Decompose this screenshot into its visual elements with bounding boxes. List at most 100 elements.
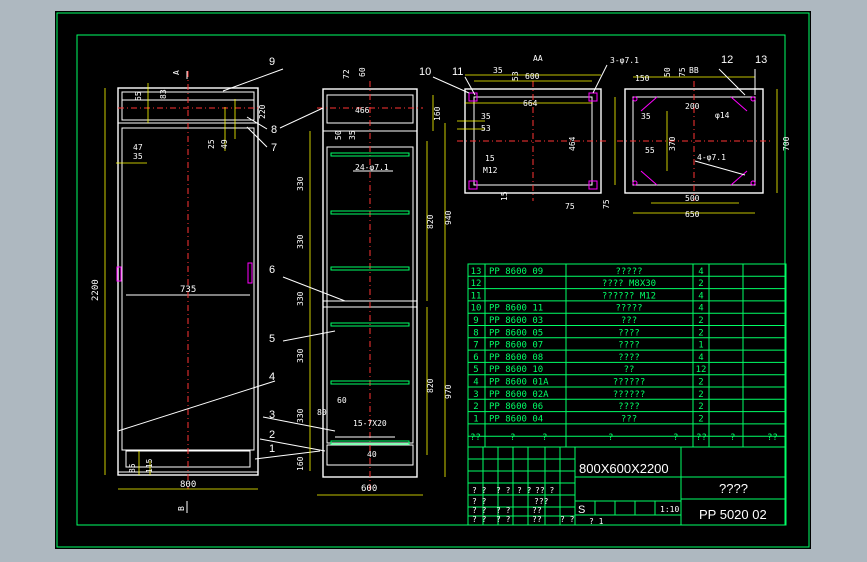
bom-cell-qty: 1 bbox=[698, 341, 703, 351]
title-misc-label: ? ? bbox=[472, 497, 487, 506]
bom-cell-code: PP 8600 03 bbox=[489, 316, 543, 326]
dim-200: 200 bbox=[685, 102, 700, 111]
corner-brace bbox=[640, 96, 658, 112]
bom-cell-no: 11 bbox=[471, 291, 482, 301]
dim-49: 49 bbox=[220, 139, 229, 149]
title-misc-label: ? ? bbox=[496, 515, 511, 524]
section-aa: AA bbox=[533, 54, 543, 63]
dim-85: 85 bbox=[128, 463, 137, 473]
bom-cell-code: PP 8600 10 bbox=[489, 365, 543, 375]
bom-cell-no: 1 bbox=[473, 414, 478, 424]
bom-cell-qty: 2 bbox=[698, 316, 703, 326]
dim-60: 60 bbox=[358, 67, 367, 77]
bom-cell-qty: 4 bbox=[698, 304, 703, 314]
title-block: 800X600X2200 ???? PP 5020 02 1:10 S ? 1 … bbox=[467, 446, 787, 526]
bom-cell-no: 5 bbox=[473, 365, 478, 375]
dim-35: 35 bbox=[493, 66, 503, 75]
bom-cell-no: 7 bbox=[473, 341, 478, 351]
bom-header-name-2: ? bbox=[673, 433, 678, 443]
dim-50: 50 bbox=[334, 130, 343, 140]
dim-14: φ14 bbox=[715, 111, 730, 120]
dim-970: 970 bbox=[444, 384, 453, 399]
bom-cell-name: ?????? bbox=[613, 390, 646, 400]
callout-7: 7 bbox=[271, 142, 277, 154]
callout-11: 11 bbox=[452, 66, 463, 78]
leader bbox=[694, 160, 746, 176]
leader bbox=[279, 107, 324, 129]
dim-75-b: 75 bbox=[602, 199, 611, 209]
dim-40: 40 bbox=[367, 450, 377, 459]
scale-text: 1:10 bbox=[660, 505, 679, 514]
title-misc-label: ? ? bbox=[472, 506, 487, 515]
dim-53-b: 53 bbox=[481, 124, 491, 133]
bom-header-mat: ? bbox=[730, 433, 735, 443]
dim-330-d: 330 bbox=[296, 348, 305, 363]
dim-15-b: 15 bbox=[500, 191, 509, 201]
title-misc-label: ?? bbox=[532, 515, 542, 524]
bom-cell-code: PP 8600 05 bbox=[489, 328, 543, 338]
bom-cell-qty: 12 bbox=[696, 365, 707, 375]
leader bbox=[117, 380, 276, 432]
cad-drawing: 2200 800 735 65 83 220 47 35 25 49 85 11… bbox=[56, 12, 810, 548]
title-misc: ? ?? ?? ?? ??? ?? ?? ????? ???? ???? ? bbox=[472, 486, 575, 524]
bom-cell-qty: 2 bbox=[698, 414, 703, 424]
dim-650: 650 bbox=[685, 210, 700, 219]
dim-500: 500 bbox=[685, 194, 700, 203]
mount-hole bbox=[632, 180, 638, 186]
dim-width: 800 bbox=[180, 480, 196, 490]
dim-inner: 735 bbox=[180, 285, 196, 295]
dim-35: 35 bbox=[348, 130, 357, 140]
dim-75-a: 75 bbox=[565, 202, 575, 211]
drawing-sheet: 2200 800 735 65 83 220 47 35 25 49 85 11… bbox=[55, 11, 811, 549]
title-misc-label: ? ? bbox=[472, 515, 487, 524]
callout-8: 8 bbox=[271, 124, 277, 136]
bom-cell-name: ?? bbox=[624, 365, 635, 375]
dim-466: 466 bbox=[355, 106, 370, 115]
bom-cell-qty: 2 bbox=[698, 378, 703, 388]
hole-callout: 4-φ7.1 bbox=[697, 153, 726, 162]
dim-47: 47 bbox=[133, 143, 143, 152]
bom-header-no: ?? bbox=[470, 433, 481, 443]
bom-cell-code: PP 8600 09 bbox=[489, 267, 543, 277]
bom-rows: 13 PP 8600 09????? 412???? M8X30 211?????? … bbox=[471, 267, 707, 425]
title-misc-label: ?? ? bbox=[535, 486, 554, 495]
bom-cell-no: 9 bbox=[473, 316, 478, 326]
bom-cell-qty: 2 bbox=[698, 279, 703, 289]
dim-940: 940 bbox=[444, 210, 453, 225]
bom-cell-name: ?????? M12 bbox=[602, 291, 656, 301]
dim-700: 700 bbox=[782, 136, 791, 151]
bom-header-code-2: ? bbox=[542, 433, 547, 443]
leader bbox=[432, 76, 470, 94]
corner-brace bbox=[640, 170, 658, 186]
title-misc-label: ??? bbox=[534, 497, 549, 506]
dim-330-b: 330 bbox=[296, 234, 305, 249]
bom-cell-code: PP 8600 04 bbox=[489, 414, 543, 424]
bom-cell-qty: 4 bbox=[698, 353, 703, 363]
dim-60-b: 60 bbox=[337, 396, 347, 405]
callout-4: 4 bbox=[269, 371, 275, 383]
bom-cell-code: PP 8600 06 bbox=[489, 402, 543, 412]
hole-callout: 3-φ7.1 bbox=[610, 56, 639, 65]
callout-1: 1 bbox=[269, 443, 275, 455]
title-misc-label: ?? bbox=[532, 506, 542, 515]
bom-cell-code: PP 8600 11 bbox=[489, 304, 543, 314]
top-view-a: 35 53 AA 600 664 3-φ7.1 464 35 53 15 M12… bbox=[419, 54, 639, 211]
bom-cell-no: 8 bbox=[473, 328, 478, 338]
bom-cell-name: ???? bbox=[618, 341, 640, 351]
mount-hole bbox=[750, 180, 756, 186]
mount-hole bbox=[750, 96, 756, 102]
slot-callout: 15-7X20 bbox=[353, 419, 387, 428]
bom-cell-name: ??? bbox=[621, 414, 637, 424]
bom-cell-code: PP 8600 01A bbox=[489, 378, 549, 388]
bom-cell-name: ????? bbox=[615, 267, 642, 277]
dim-35: 35 bbox=[133, 152, 143, 161]
dim-330-e: 330 bbox=[296, 408, 305, 423]
title-misc-label: ? ? bbox=[496, 486, 511, 495]
bom-cell-qty: 4 bbox=[698, 267, 703, 277]
dim-55: 55 bbox=[645, 146, 655, 155]
bom-cell-name: ???? bbox=[618, 353, 640, 363]
dim-370: 370 bbox=[668, 136, 677, 151]
front-view: 2200 800 735 65 83 220 47 35 25 49 85 11… bbox=[91, 56, 336, 513]
dim-75: 75 bbox=[678, 67, 687, 77]
dim-160: 160 bbox=[433, 106, 442, 121]
